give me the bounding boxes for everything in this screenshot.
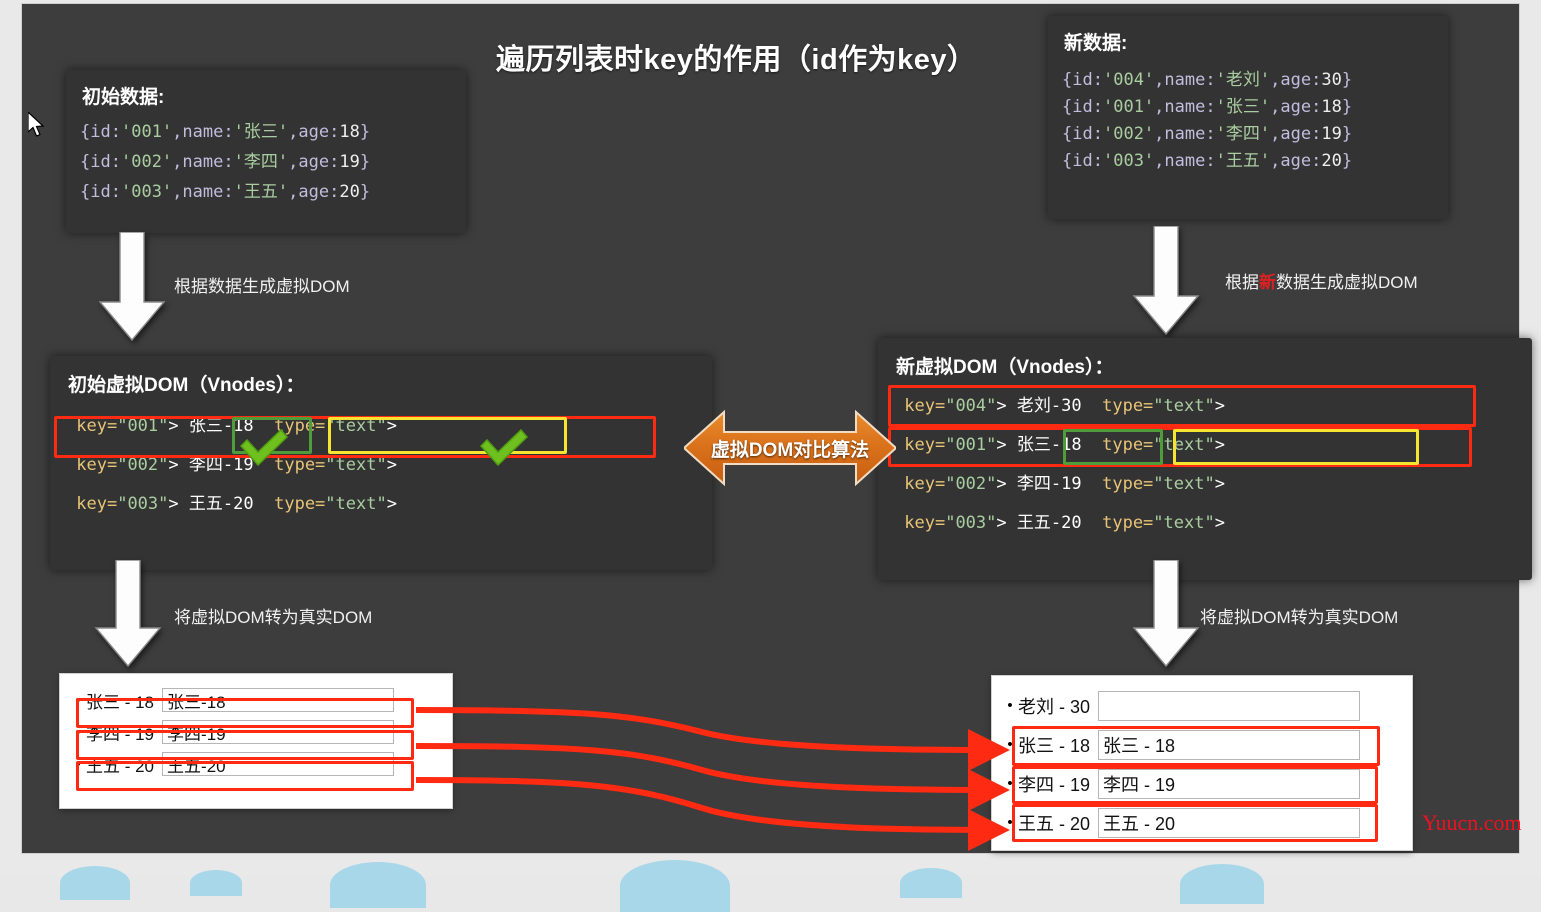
- old-vdom-card: 初始虚拟DOM（Vnodes）： key="001"> 张三-18 type="…: [50, 356, 712, 570]
- vnode-line: key="001"> 张三-18 type="text">: [76, 416, 397, 436]
- new-vdom-title: 新虚拟DOM（Vnodes）：: [896, 357, 1114, 378]
- vnode-line: key="004"> 老刘-30 type="text">: [904, 396, 1225, 416]
- list-item: • 李四 - 19: [1002, 764, 1402, 803]
- watermark: Yuucn.com: [1422, 810, 1522, 835]
- slide-canvas: 遍历列表时key的作用（id作为key） 初始数据: {id:'001',nam…: [0, 0, 1541, 912]
- new-vdom-card: 新虚拟DOM（Vnodes）： key="004"> 老刘-30 type="t…: [878, 338, 1532, 580]
- old-real-dom-pane: • 张三 - 18 • 李四 - 19 • 王五 - 20: [60, 674, 452, 808]
- page-title: 遍历列表时key的作用（id作为key）: [496, 44, 977, 76]
- data-object-line: {id:'001',name:'张三',age:18}: [1062, 97, 1353, 117]
- dom-mapping-connectors: [415, 707, 1010, 851]
- vnode-line: key="003"> 王五-20 type="text">: [904, 513, 1225, 533]
- arrow-label-part-post: 数据生成虚拟DOM: [1276, 273, 1418, 292]
- cloud-decoration: [1180, 864, 1264, 904]
- new-real-dom-list: •老刘 - 30•张三 - 18•李四 - 19•王五 - 20: [1002, 686, 1402, 842]
- data-object-line: {id:'004',name:'老刘',age:30}: [1062, 70, 1353, 90]
- arrow-label-generate-vdom-right: 根据新数据生成虚拟DOM: [1225, 268, 1418, 293]
- list-item-input[interactable]: [1098, 768, 1361, 799]
- old-vdom-title: 初始虚拟DOM（Vnodes）：: [68, 375, 305, 396]
- list-item-label: 老刘 - 30: [1018, 696, 1091, 717]
- vnode-line: key="001"> 张三-18 type="text">: [904, 435, 1225, 455]
- vnode-line: key="002"> 李四-19 type="text">: [904, 474, 1225, 494]
- old-real-dom-list: • 张三 - 18 • 李四 - 19 • 王五 - 20: [70, 684, 442, 780]
- list-item-label: 张三 - 18: [86, 692, 155, 712]
- list-item-label: 李四 - 19: [1018, 774, 1091, 795]
- data-object-line: {id:'001',name:'张三',age:18}: [80, 122, 371, 142]
- list-item: • 李四 - 19: [70, 716, 442, 748]
- new-data-title: 新数据:: [1064, 33, 1128, 54]
- list-item-input[interactable]: [1098, 690, 1361, 721]
- old-vdom-rows: key="001"> 张三-18 type="text"> key="002">…: [66, 407, 696, 524]
- list-item-label: 王五 - 20: [1018, 813, 1091, 834]
- arrow-label-generate-vdom-left: 根据数据生成虚拟DOM: [174, 277, 350, 296]
- list-item: • 张三 - 18: [1002, 725, 1402, 764]
- list-item-input[interactable]: [1098, 807, 1361, 838]
- data-object-line: {id:'003',name:'王五',age:20}: [1062, 151, 1353, 171]
- list-item: • 张三 - 18: [70, 684, 442, 716]
- vnode-line: key="003"> 王五-20 type="text">: [76, 494, 397, 514]
- bullet-icon: •: [75, 755, 81, 773]
- arrow-to-real-dom-left: [92, 560, 164, 668]
- arrow-label-part-highlight: 新: [1259, 273, 1276, 292]
- vnode-line: key="002"> 李四-19 type="text">: [76, 455, 397, 475]
- bullet-icon: •: [75, 691, 81, 709]
- arrow-label-to-real-dom-left: 将虚拟DOM转为真实DOM: [174, 608, 373, 627]
- list-item-label: 王五 - 20: [86, 756, 155, 776]
- list-item-label: 李四 - 19: [86, 724, 155, 744]
- data-object-line: {id:'003',name:'王五',age:20}: [80, 182, 371, 202]
- arrow-generate-vdom-right: [1130, 226, 1202, 336]
- data-object-line: {id:'002',name:'李四',age:19}: [1062, 124, 1353, 144]
- list-item-input[interactable]: [162, 720, 395, 744]
- diff-algorithm-arrow: 虚拟DOM对比算法: [684, 408, 896, 488]
- arrow-label-part-pre: 根据: [1225, 273, 1259, 292]
- new-real-dom-pane: •老刘 - 30•张三 - 18•李四 - 19•王五 - 20: [992, 676, 1412, 850]
- list-item: • 王五 - 20: [70, 748, 442, 780]
- diff-algorithm-label: 虚拟DOM对比算法: [710, 439, 870, 461]
- cloud-decoration: [900, 868, 962, 898]
- new-vdom-rows: key="004"> 老刘-30 type="text"> key="001">…: [894, 387, 1516, 543]
- list-item-input[interactable]: [162, 688, 395, 712]
- list-item-input[interactable]: [1098, 729, 1361, 760]
- list-item-label: 张三 - 18: [1018, 735, 1091, 756]
- slide-body: 遍历列表时key的作用（id作为key） 初始数据: {id:'001',nam…: [22, 4, 1532, 853]
- new-data-rows: {id:'004',name:'老刘',age:30} {id:'001',nam…: [1062, 67, 1434, 175]
- cloud-decoration: [60, 866, 130, 900]
- initial-data-rows: {id:'001',name:'张三',age:18} {id:'002',nam…: [80, 117, 452, 207]
- list-item: • 王五 - 20: [1002, 803, 1402, 842]
- new-data-card: 新数据: {id:'004',name:'老刘',age:30} {id:'001…: [1048, 16, 1448, 219]
- initial-data-title: 初始数据:: [82, 87, 165, 108]
- data-object-line: {id:'002',name:'李四',age:19}: [80, 152, 371, 172]
- arrow-label-to-real-dom-right: 将虚拟DOM转为真实DOM: [1200, 608, 1399, 627]
- cloud-decoration: [620, 860, 730, 912]
- arrow-generate-vdom-left: [96, 232, 168, 342]
- cloud-decoration: [190, 870, 242, 896]
- bullet-icon: •: [75, 723, 81, 741]
- arrow-to-real-dom-right: [1130, 560, 1202, 668]
- cloud-decoration: [330, 862, 426, 908]
- initial-data-card: 初始数据: {id:'001',name:'张三',age:18} {id:'00…: [66, 70, 466, 233]
- list-item-input[interactable]: [162, 752, 395, 776]
- list-item: • 老刘 - 30: [1002, 686, 1402, 725]
